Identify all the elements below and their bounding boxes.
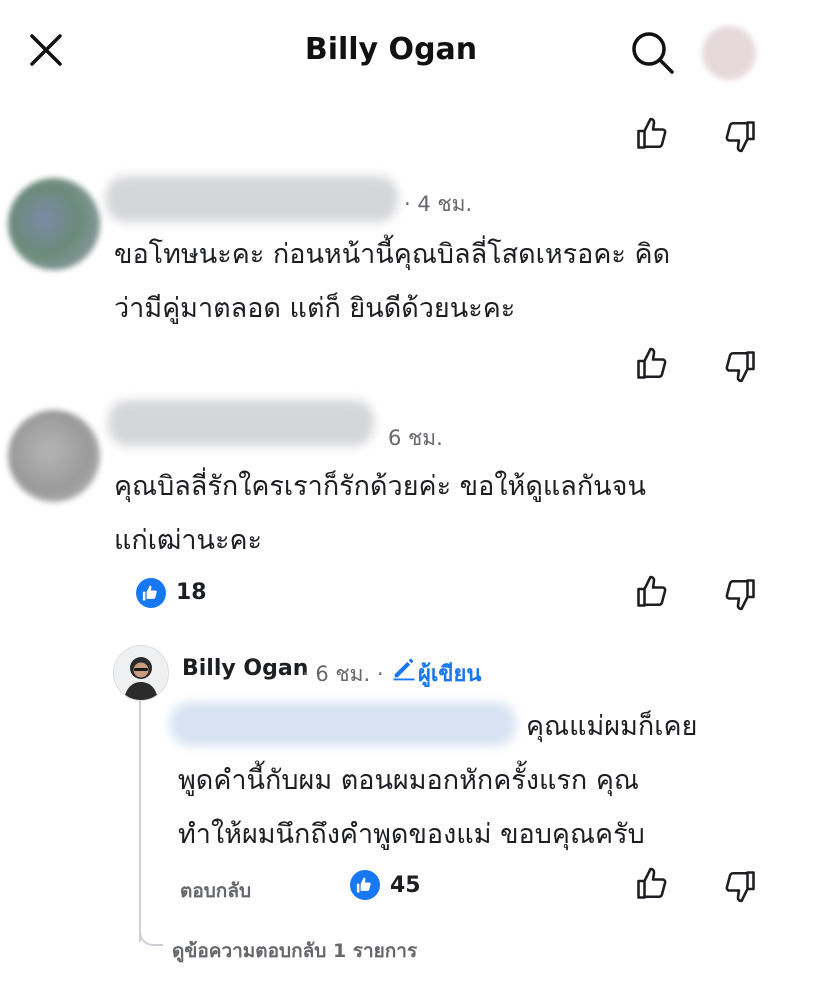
commenter-name[interactable]: [106, 176, 398, 222]
thread-line-curve: [139, 922, 163, 946]
like-count[interactable]: 18: [176, 580, 207, 605]
like-count-icon: [136, 578, 166, 608]
thumbs-down-icon[interactable]: [722, 118, 758, 154]
like-count-icon: [350, 870, 380, 900]
thumbs-down-icon[interactable]: [722, 348, 758, 384]
reply-text-line: ทำให้ผมนึกถึงคำพูดของแม่ ขอบคุณครับ: [178, 819, 645, 850]
like-count[interactable]: 45: [390, 873, 421, 898]
search-icon[interactable]: [628, 28, 676, 76]
thumbs-up-icon[interactable]: [634, 866, 670, 902]
reply-text-line: พูดคำนี้กับผม ตอนผมอกหักครั้งแรก คุณ: [178, 765, 639, 796]
pencil-icon: [390, 654, 418, 682]
thumbs-down-icon[interactable]: [722, 868, 758, 904]
mentioned-name[interactable]: [170, 702, 516, 746]
avatar[interactable]: [8, 410, 100, 502]
comment-text-line: คุณบิลลี่รักใครเราก็รักด้วยค่ะ ขอให้ดูแล…: [114, 471, 646, 502]
reply-time: · 6 ชม. ·: [302, 662, 384, 686]
view-replies-link[interactable]: ดูข้อความตอบกลับ 1 รายการ: [172, 936, 417, 966]
author-badge: ผู้เขียน: [418, 662, 482, 687]
thumbs-up-icon[interactable]: [634, 116, 670, 152]
thumbs-up-icon[interactable]: [634, 346, 670, 382]
comment-text-line: แก่เฒ่านะคะ: [114, 525, 263, 556]
thread-line: [139, 700, 141, 942]
reply-author-name[interactable]: Billy Ogan: [182, 656, 308, 681]
comment-time: 6 ชม.: [388, 426, 443, 450]
commenter-name[interactable]: [108, 400, 374, 446]
comment-text-line: ขอโทษนะคะ ก่อนหน้านี้คุณบิลลี่โสดเหรอคะ …: [114, 239, 671, 270]
comment-time: · 4 ชม.: [404, 192, 473, 216]
author-avatar[interactable]: [113, 645, 169, 701]
profile-avatar[interactable]: [702, 26, 756, 80]
thumbs-up-icon[interactable]: [634, 574, 670, 610]
avatar[interactable]: [8, 178, 100, 270]
reply-button[interactable]: ตอบกลับ: [180, 876, 251, 906]
reply-text-line: คุณแม่ผมก็เคย: [526, 711, 698, 742]
thumbs-down-icon[interactable]: [722, 576, 758, 612]
comment-text-line: ว่ามีคู่มาตลอด แต่ก็ ยินดีด้วยนะคะ: [114, 293, 516, 324]
